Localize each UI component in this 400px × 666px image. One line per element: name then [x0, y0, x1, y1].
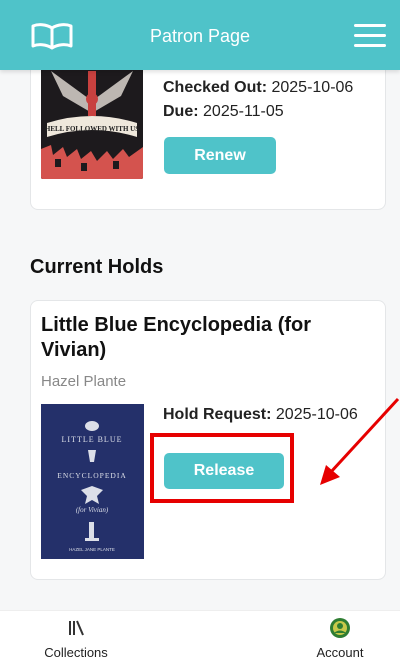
book-cover-little-blue-encyclopedia[interactable]: LITTLE BLUE ENCYCLOPEDIA (for Vivian) HA…	[41, 404, 144, 559]
checked-out-value: 2025-10-06	[271, 79, 354, 96]
release-highlight-box	[150, 433, 294, 503]
page-title: Patron Page	[149, 26, 251, 46]
annotation-arrow-icon	[320, 397, 400, 485]
due-date: Due: 2025-11-05	[163, 103, 284, 121]
bottom-nav: Collections Account	[0, 610, 400, 666]
hold-request-label: Hold Request:	[163, 406, 272, 423]
account-avatar-icon	[330, 618, 350, 638]
hamburger-menu-icon[interactable]	[354, 24, 386, 48]
book-cover-hell-followed[interactable]: HELL FOLLOWED WITH US	[41, 70, 143, 179]
checked-out-label: Checked Out:	[163, 79, 268, 96]
hold-book-title[interactable]: Little Blue Encyclopedia (for Vivian)	[41, 313, 371, 363]
app-header: Patron Page	[0, 0, 400, 70]
hold-book-author: Hazel Plante	[41, 373, 127, 390]
cover-line1-text: LITTLE BLUE	[62, 435, 123, 444]
current-holds-heading: Current Holds	[30, 256, 164, 278]
cover-title-text: HELL FOLLOWED WITH US	[45, 125, 139, 133]
nav-account-label: Account	[316, 645, 364, 660]
main-content[interactable]: HELL FOLLOWED WITH US Checked Out: 2025-…	[0, 70, 400, 610]
due-label: Due:	[163, 103, 199, 120]
nav-account[interactable]: Account	[302, 617, 378, 660]
nav-collections-label: Collections	[44, 645, 108, 660]
cover-author-text: HAZEL JANE PLANTE	[69, 547, 115, 552]
cover-line2-text: ENCYCLOPEDIA	[57, 471, 127, 480]
renew-button[interactable]: Renew	[164, 137, 276, 174]
library-books-icon	[69, 620, 84, 636]
checkout-card: HELL FOLLOWED WITH US Checked Out: 2025-…	[30, 70, 386, 210]
due-value: 2025-11-05	[203, 103, 284, 120]
cover-line3-text: (for Vivian)	[76, 506, 109, 514]
nav-collections[interactable]: Collections	[38, 617, 114, 660]
checked-out-date: Checked Out: 2025-10-06	[163, 79, 353, 97]
